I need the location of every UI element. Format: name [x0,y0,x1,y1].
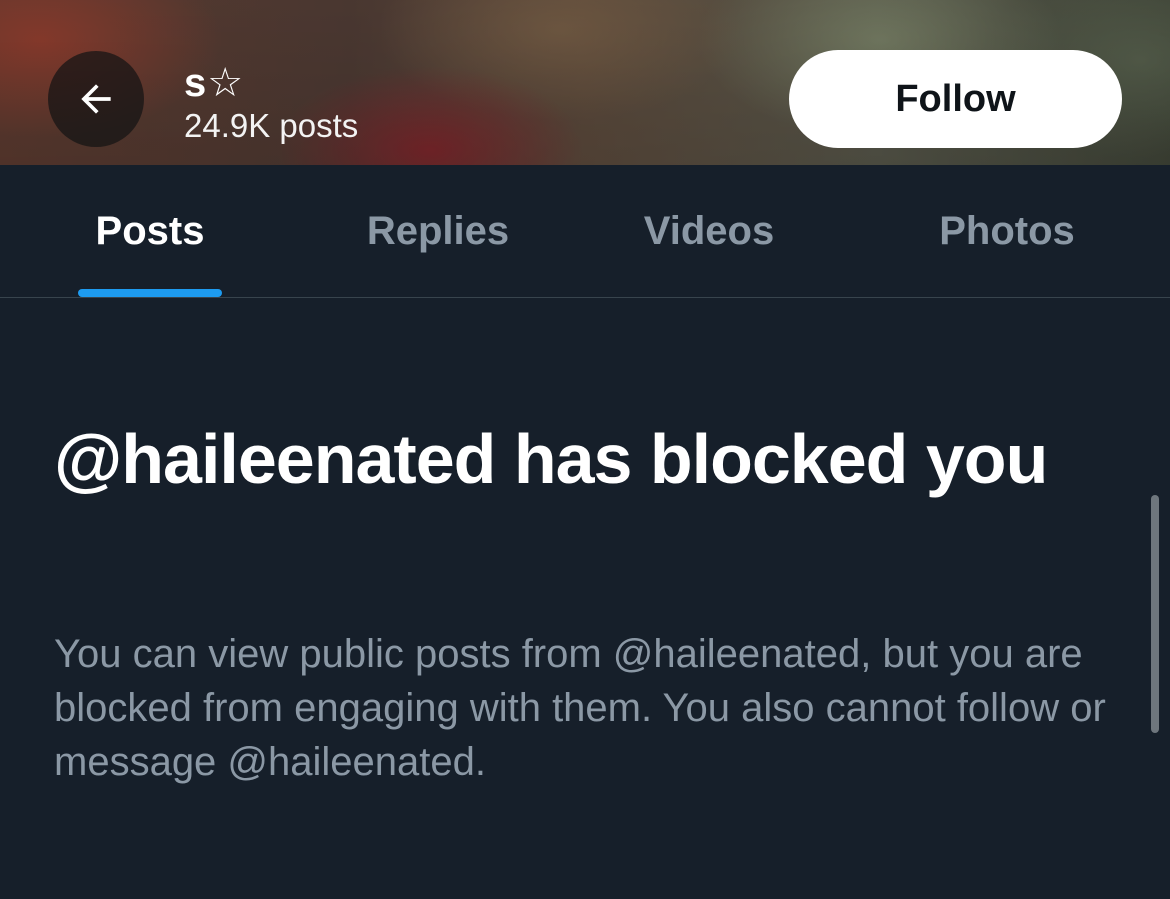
profile-display-name: s☆ [184,61,245,105]
tab-photos[interactable]: Photos [912,165,1102,297]
post-count: 24.9K posts [184,107,359,144]
arrow-left-icon [81,84,111,114]
active-tab-indicator [78,289,222,297]
back-button[interactable] [48,51,144,147]
follow-button[interactable]: Follow [789,50,1122,148]
tab-replies[interactable]: Replies [340,165,536,297]
scrollbar-thumb[interactable] [1151,495,1159,733]
tab-posts[interactable]: Posts [78,165,222,297]
tab-videos[interactable]: Videos [618,165,800,297]
profile-page: s☆ 24.9K posts Follow Posts Replies Vide… [0,0,1170,899]
blocked-heading: @haileenated has blocked you [54,420,1048,498]
blocked-description: You can view public posts from @haileena… [54,632,1106,784]
profile-tabs: Posts Replies Videos Photos [0,165,1170,298]
